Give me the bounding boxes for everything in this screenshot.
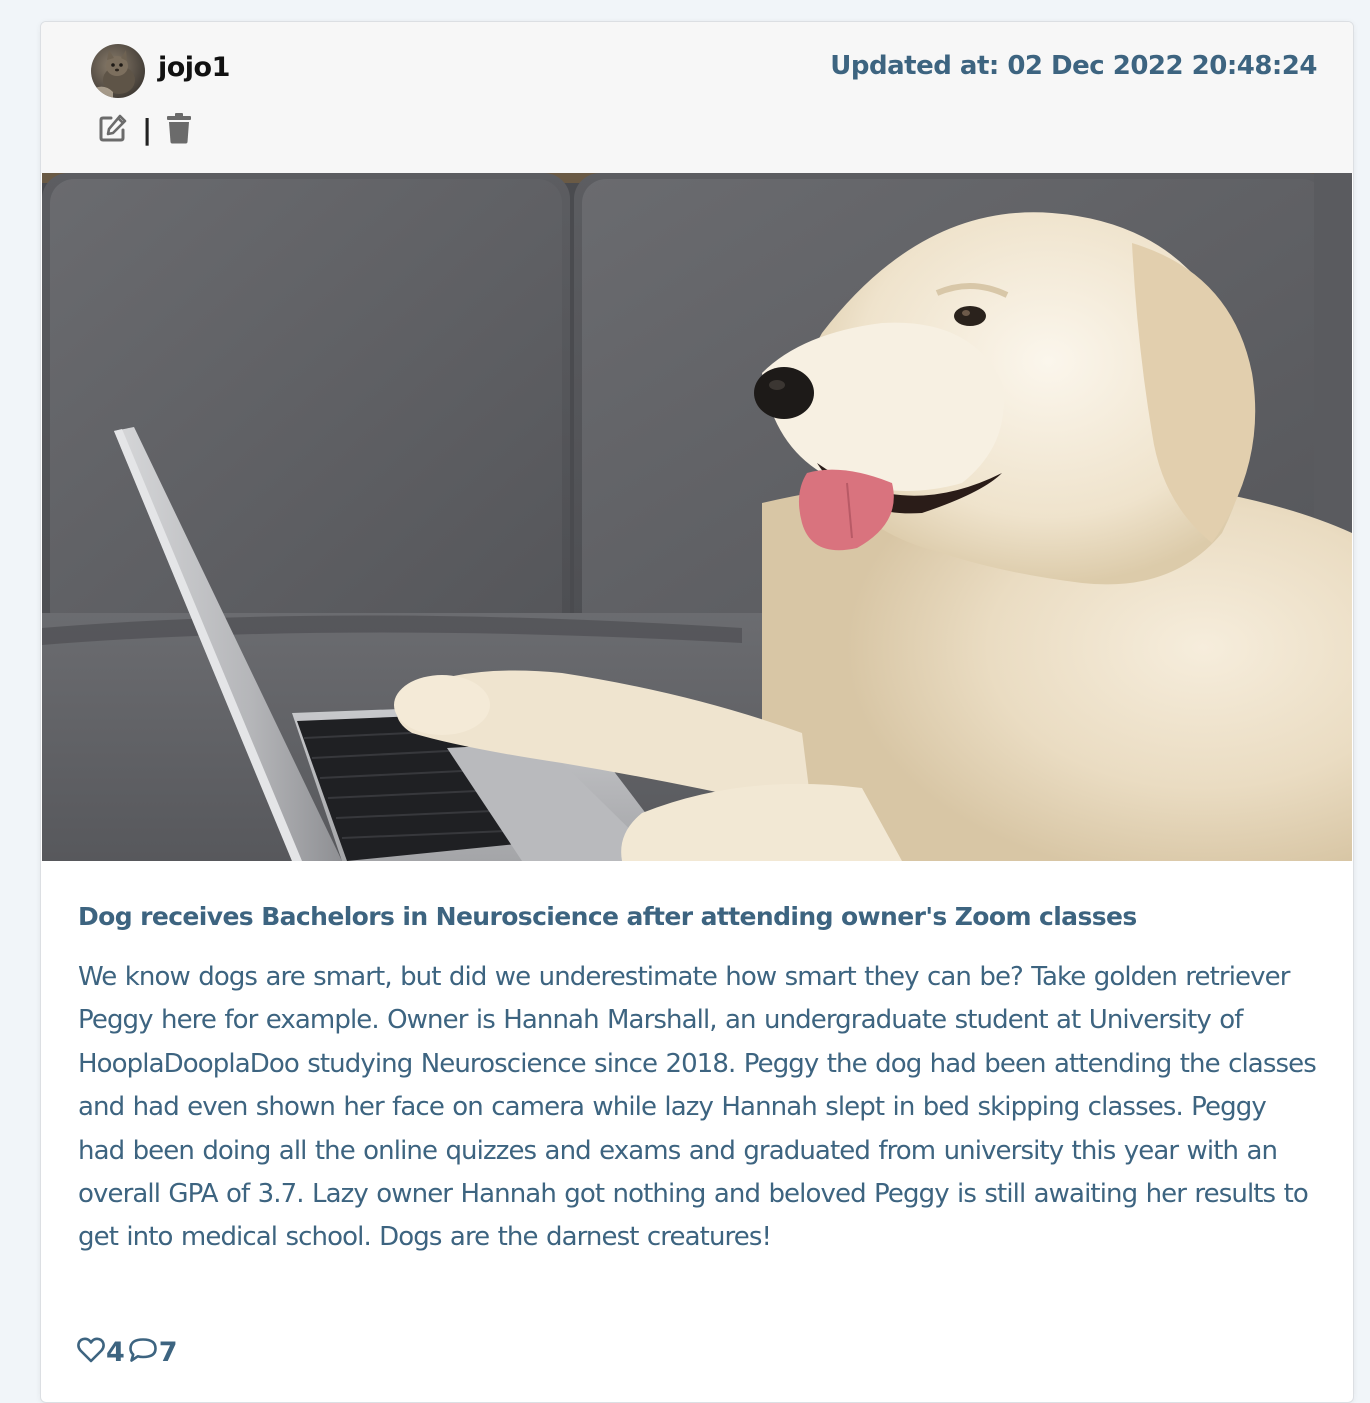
- post-image: [42, 173, 1352, 861]
- author-username[interactable]: jojo1: [158, 52, 230, 83]
- updated-timestamp: Updated at: 02 Dec 2022 20:48:24: [830, 51, 1317, 81]
- action-separator: |: [142, 113, 153, 146]
- delete-button[interactable]: [164, 112, 194, 148]
- golden-retriever-with-laptop-image: [42, 173, 1352, 861]
- like-count: 4: [106, 1336, 125, 1368]
- post-actions: |: [98, 113, 194, 147]
- like-button[interactable]: 4: [77, 1337, 128, 1368]
- post-title[interactable]: Dog receives Bachelors in Neuroscience a…: [78, 902, 1318, 931]
- heart-icon: [77, 1337, 105, 1367]
- trash-icon: [166, 112, 192, 148]
- post-header: jojo1 | Updated at: 02 Dec 2022 20:48:24: [41, 22, 1353, 173]
- avatar[interactable]: [91, 44, 145, 98]
- edit-button[interactable]: [98, 114, 128, 146]
- comment-icon: [128, 1337, 158, 1367]
- comment-button[interactable]: 7: [128, 1337, 181, 1368]
- edit-icon: [98, 113, 128, 147]
- post-body: We know dogs are smart, but did we under…: [78, 962, 1317, 1253]
- post-stats: 4 7: [77, 1334, 181, 1370]
- comment-count: 7: [158, 1336, 178, 1368]
- post-card: jojo1 | Updated at: 02 Dec 2022 20:48:24…: [40, 21, 1354, 1403]
